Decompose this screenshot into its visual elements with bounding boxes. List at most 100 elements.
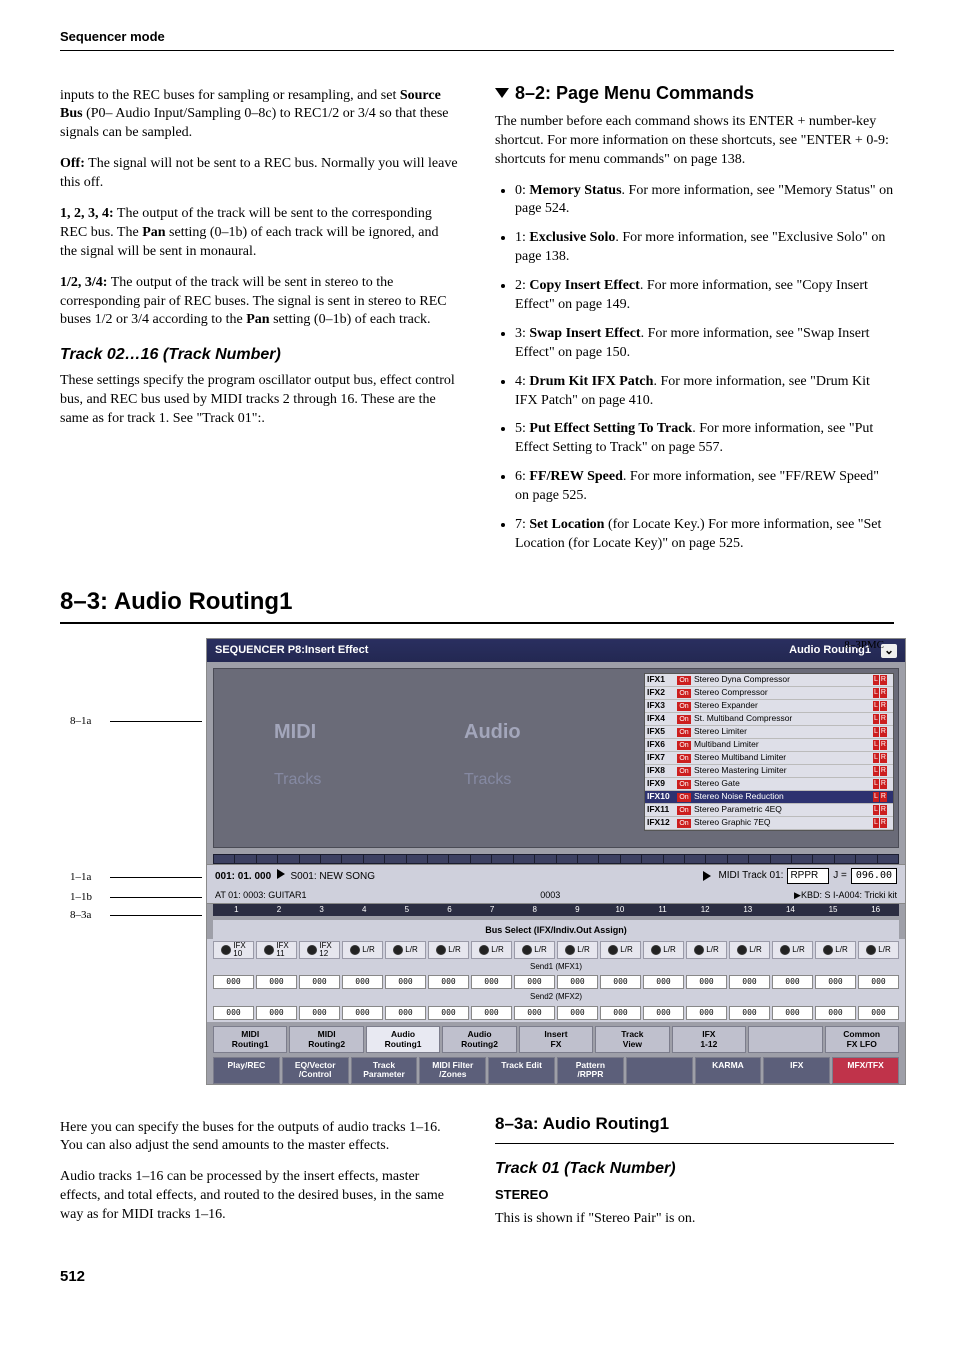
ifx-row[interactable]: IFX12OnStereo Graphic 7EQLR [645, 817, 893, 830]
ifx-row[interactable]: IFX1OnStereo Dyna CompressorLR [645, 674, 893, 687]
midi-track-select[interactable]: MIDI Track 01: [718, 869, 783, 883]
bus-select-cell[interactable]: L/R [514, 941, 555, 959]
send-value[interactable]: 000 [557, 975, 598, 989]
kbd-program[interactable]: ▶KBD: S I-A004: Tricki kit [794, 889, 897, 901]
play-icon[interactable] [277, 869, 285, 879]
tab[interactable]: Pattern /RPPR [557, 1057, 624, 1084]
ifx-row[interactable]: IFX2OnStereo CompressorLR [645, 687, 893, 700]
ifx-row[interactable]: IFX9OnStereo GateLR [645, 778, 893, 791]
send-value[interactable]: 000 [600, 975, 641, 989]
tab[interactable]: Play/REC [213, 1057, 280, 1084]
ifx-row[interactable]: IFX3OnStereo ExpanderLR [645, 700, 893, 713]
bus-select-cell[interactable]: IFX 11 [256, 941, 297, 959]
ifx-row[interactable]: IFX11OnStereo Parametric 4EQLR [645, 804, 893, 817]
title-left: SEQUENCER P8:Insert Effect [215, 643, 368, 658]
bus-select-cell[interactable]: IFX 12 [299, 941, 340, 959]
bus-select-cell[interactable]: L/R [385, 941, 426, 959]
song-info-row: 001: 01. 000 S001: NEW SONG MIDI Track 0… [207, 864, 905, 887]
send-value[interactable]: 000 [686, 1006, 727, 1020]
send-value[interactable]: 000 [471, 1006, 512, 1020]
send-value[interactable]: 000 [256, 1006, 297, 1020]
bus-select-cell[interactable]: L/R [428, 941, 469, 959]
tab[interactable]: EQ/Vector /Control [282, 1057, 349, 1084]
send-value[interactable]: 000 [514, 975, 555, 989]
send-value[interactable]: 000 [557, 1006, 598, 1020]
channel-numbers: 12345678910111213141516 [213, 904, 899, 917]
ifx-row[interactable]: IFX7OnStereo Multiband LimiterLR [645, 752, 893, 765]
send-value[interactable]: 000 [342, 975, 383, 989]
send-value[interactable]: 000 [213, 975, 254, 989]
send-value[interactable]: 000 [729, 975, 770, 989]
tab[interactable]: Common FX LFO [825, 1026, 899, 1053]
bus-select-cell[interactable]: L/R [686, 941, 727, 959]
tempo-value[interactable]: 096.00 [851, 868, 897, 884]
send-value[interactable]: 000 [643, 975, 684, 989]
bus-select-cell[interactable]: L/R [772, 941, 813, 959]
tab[interactable]: KARMA [695, 1057, 762, 1084]
send-value[interactable]: 000 [385, 975, 426, 989]
tab[interactable]: Track Parameter [351, 1057, 418, 1084]
ifx-row[interactable]: IFX6OnMultiband LimiterLR [645, 739, 893, 752]
ifx-row[interactable]: IFX4OnSt. Multiband CompressorLR [645, 713, 893, 726]
tab[interactable]: MIDI Routing1 [213, 1026, 287, 1053]
ifx-row[interactable]: IFX8OnStereo Mastering LimiterLR [645, 765, 893, 778]
ifx-row[interactable]: IFX5OnStereo LimiterLR [645, 726, 893, 739]
track-value: 0003 [540, 889, 560, 901]
send-value[interactable]: 000 [858, 975, 899, 989]
bus-select-cell[interactable]: IFX 10 [213, 941, 254, 959]
send-value[interactable]: 000 [428, 975, 469, 989]
send2-label: Send2 (MFX2) [207, 991, 905, 1004]
tab[interactable]: Track View [595, 1026, 669, 1053]
song-name[interactable]: S001: NEW SONG [291, 871, 375, 882]
track01-heading: Track 01 (Tack Number) [495, 1158, 894, 1180]
send-value[interactable]: 000 [256, 975, 297, 989]
send-value[interactable]: 000 [686, 975, 727, 989]
tab[interactable]: Track Edit [488, 1057, 555, 1084]
off-bold: Off: [60, 156, 85, 171]
send-value[interactable]: 000 [815, 975, 856, 989]
send-value[interactable]: 000 [299, 1006, 340, 1020]
bus-select-cell[interactable]: L/R [643, 941, 684, 959]
menu-item: 0: Memory Status. For more information, … [515, 182, 894, 220]
tab[interactable]: MIDI Filter /Zones [419, 1057, 486, 1084]
tab[interactable]: Audio Routing1 [366, 1026, 440, 1053]
rppr-checkbox-label[interactable]: RPPR [787, 868, 829, 884]
send-value[interactable]: 000 [600, 1006, 641, 1020]
send-value[interactable]: 000 [729, 1006, 770, 1020]
tab[interactable]: IFX [763, 1057, 830, 1084]
send-value[interactable]: 000 [471, 975, 512, 989]
para-inputs: inputs to the REC buses for sampling or … [60, 87, 459, 144]
send-value[interactable]: 000 [213, 1006, 254, 1020]
play-icon[interactable] [703, 871, 711, 881]
send-value[interactable]: 000 [815, 1006, 856, 1020]
tab[interactable]: IFX 1-12 [672, 1026, 746, 1053]
track-name[interactable]: AT 01: 0003: GUITAR1 [215, 889, 307, 901]
send-value[interactable]: 000 [428, 1006, 469, 1020]
send-value[interactable]: 000 [299, 975, 340, 989]
bus-select-cell[interactable]: L/R [729, 941, 770, 959]
send-value[interactable]: 000 [385, 1006, 426, 1020]
bus-select-cell[interactable]: L/R [858, 941, 899, 959]
pan-bold: Pan [246, 312, 269, 327]
menu-item: 5: Put Effect Setting To Track. For more… [515, 420, 894, 458]
ifx-row[interactable]: IFX10OnStereo Noise ReductionLR [645, 791, 893, 804]
bus-select-cell[interactable]: L/R [342, 941, 383, 959]
audio-routing1-heading: 8–3: Audio Routing1 [60, 586, 894, 624]
tab[interactable]: Audio Routing2 [442, 1026, 516, 1053]
send-value[interactable]: 000 [772, 1006, 813, 1020]
send-value[interactable]: 000 [858, 1006, 899, 1020]
bus-select-cell[interactable]: L/R [557, 941, 598, 959]
bus-select-cell[interactable]: L/R [600, 941, 641, 959]
song-position[interactable]: 001: 01. 000 [215, 871, 271, 882]
send-value[interactable]: 000 [772, 975, 813, 989]
send-value[interactable]: 000 [342, 1006, 383, 1020]
tab[interactable]: Insert FX [519, 1026, 593, 1053]
bus-select-cell[interactable]: L/R [471, 941, 512, 959]
menu-item: 7: Set Location (for Locate Key.) For mo… [515, 516, 894, 554]
tab[interactable]: MIDI Routing2 [289, 1026, 363, 1053]
bus-select-cell[interactable]: L/R [815, 941, 856, 959]
tab[interactable]: MFX/TFX [832, 1057, 899, 1084]
send-value[interactable]: 000 [514, 1006, 555, 1020]
send-value[interactable]: 000 [643, 1006, 684, 1020]
routing-graph[interactable]: MIDI Audio Tracks Tracks IFX1OnStereo Dy… [213, 668, 899, 848]
